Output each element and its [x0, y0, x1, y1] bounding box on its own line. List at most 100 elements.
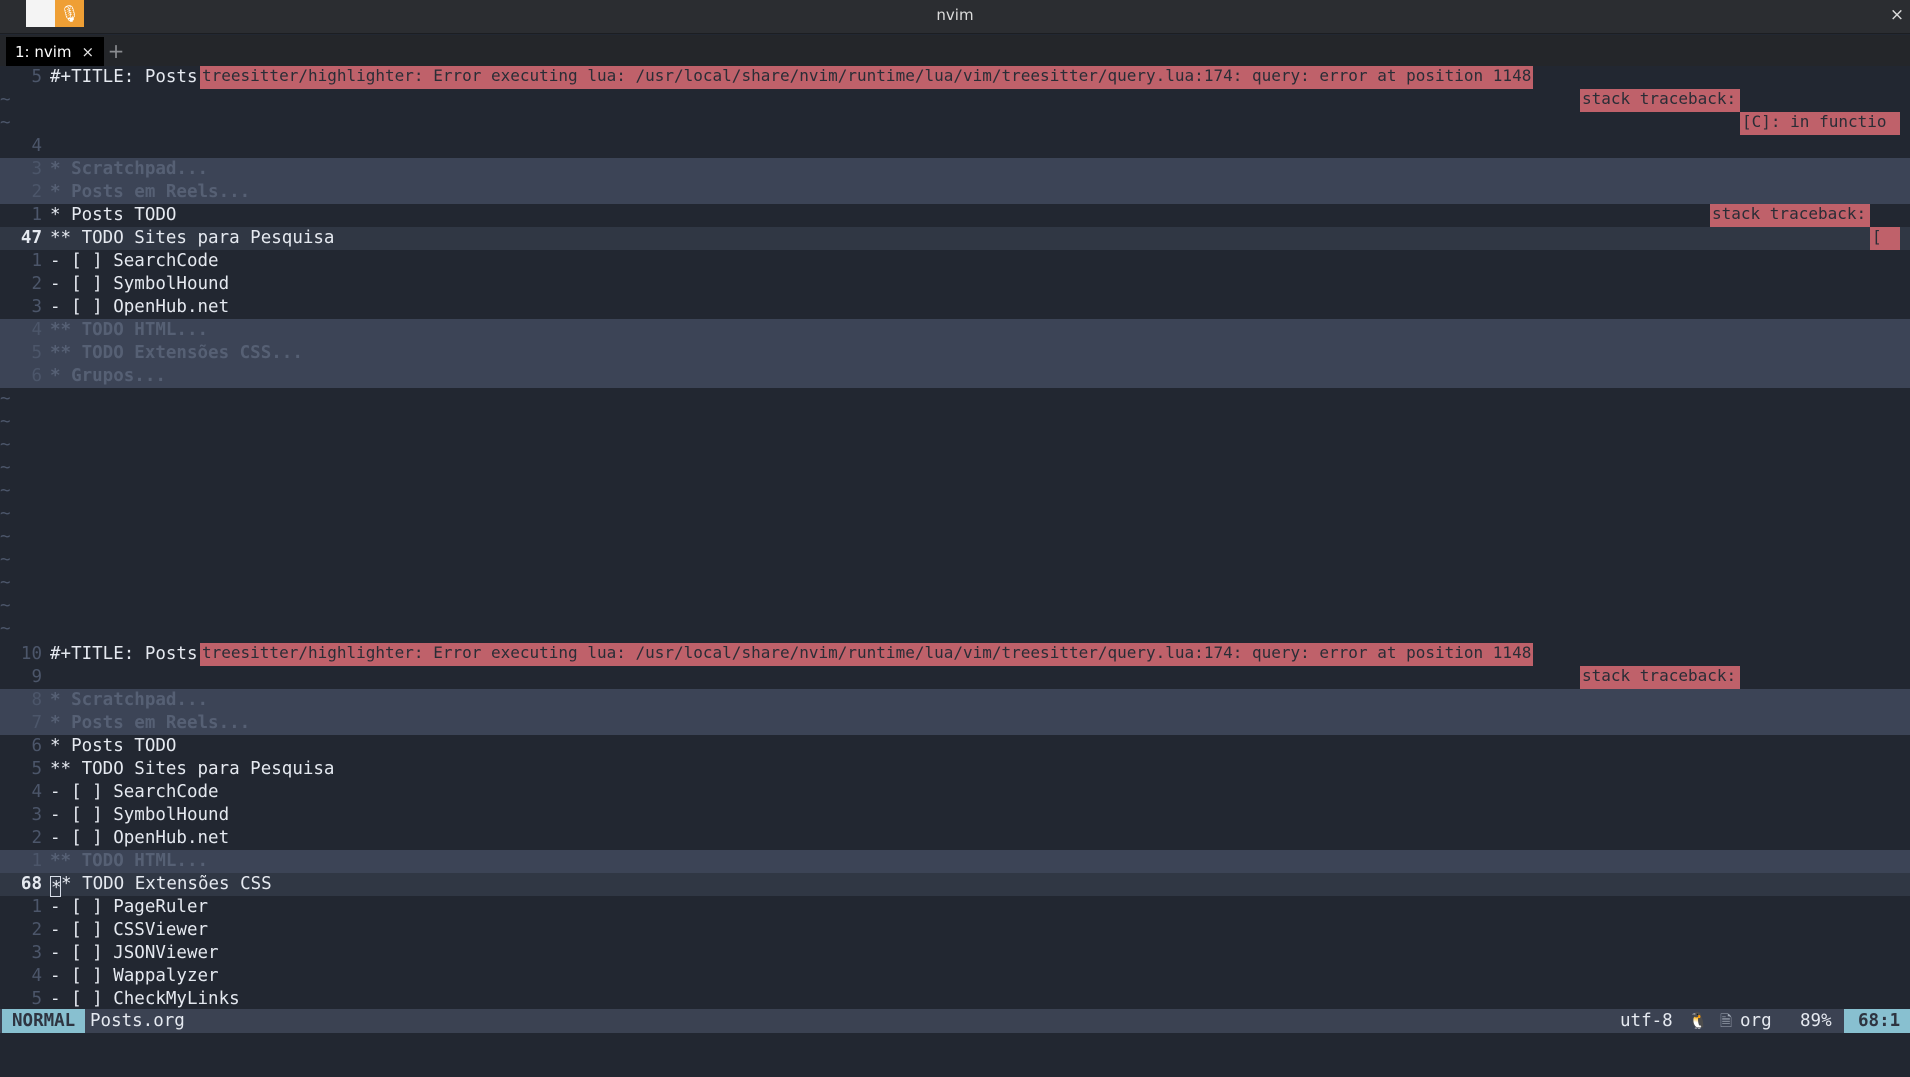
window-titlebar: 🎙 nvim × [0, 0, 1910, 34]
line-text: ** TODO Sites para Pesquisa [50, 228, 335, 248]
microphone-icon: 🎙 [55, 0, 84, 27]
line-number: 4 [31, 966, 42, 986]
empty-buffer-line[interactable]: ~ [0, 480, 1910, 503]
buffer-line[interactable]: 47 ** TODO Sites para Pesquisa [0, 227, 1910, 250]
line-text: - [ ] CSSViewer [50, 920, 209, 940]
cursor-position: 68:1 [1844, 1009, 1910, 1033]
buffer-line[interactable]: 3 - [ ] SymbolHound [0, 804, 1910, 827]
buffer-line[interactable]: 68 ** TODO Extensões CSS [0, 873, 1910, 898]
buffer-line[interactable]: 2 - [ ] SymbolHound [0, 273, 1910, 296]
folded-heading[interactable]: 5 ** TODO Extensões CSS... [0, 342, 1910, 365]
buffer-line[interactable]: 2 - [ ] CSSViewer [0, 919, 1910, 942]
line-text: * Grupos... [50, 366, 166, 386]
line-text: - [ ] OpenHub.net [50, 828, 230, 848]
line-text: #+TITLE: Posts [50, 644, 198, 664]
filetype: org [1740, 1011, 1772, 1031]
tab-nvim[interactable]: 1: nvim × [6, 37, 105, 66]
empty-buffer-line[interactable]: ~ [0, 434, 1910, 457]
empty-buffer-line[interactable]: ~ [0, 595, 1910, 618]
treesitter-error-message: treesitter/highlighter: Error executing … [200, 66, 1534, 89]
line-text: ** TODO Extensões CSS... [50, 343, 303, 363]
line-number: ~ [0, 412, 11, 432]
line-number: 2 [31, 828, 42, 848]
line-text: - [ ] SearchCode [50, 782, 219, 802]
line-number: 5 [31, 343, 42, 363]
empty-buffer-line[interactable]: ~ [0, 549, 1910, 572]
line-number: 3 [31, 805, 42, 825]
line-number: 1 [31, 851, 42, 871]
line-text: ** TODO Sites para Pesquisa [50, 759, 335, 779]
line-number: ~ [0, 527, 11, 547]
mode-indicator: NORMAL [2, 1009, 86, 1033]
buffer-line[interactable]: 1 - [ ] SearchCode [0, 250, 1910, 273]
scroll-percent: 89% [1800, 1011, 1832, 1031]
line-number: 9 [31, 667, 42, 687]
app-icon[interactable]: 🎙 [26, 0, 84, 27]
tab-close-icon[interactable]: × [82, 43, 95, 61]
buffer-line[interactable]: 5 - [ ] CheckMyLinks [0, 988, 1910, 1011]
tab-label: 1: nvim [15, 42, 72, 61]
file-encoding: utf-8 [1620, 1011, 1673, 1031]
buffer-line[interactable]: 2 - [ ] OpenHub.net [0, 827, 1910, 850]
line-number: ~ [0, 596, 11, 616]
buffer-line[interactable]: 3 - [ ] JSONViewer [0, 942, 1910, 965]
line-number: 3 [31, 943, 42, 963]
empty-buffer-line[interactable]: ~ [0, 457, 1910, 480]
folded-heading[interactable]: 6 * Grupos... [0, 365, 1910, 388]
folded-heading[interactable]: 1 ** TODO HTML... [0, 850, 1910, 873]
buffer-line[interactable]: 1 - [ ] PageRuler [0, 896, 1910, 919]
file-icon: 🗎 [1720, 1012, 1733, 1030]
buffer-line[interactable]: 4 [0, 135, 1910, 158]
empty-buffer-line[interactable]: ~ [0, 572, 1910, 595]
stack-traceback-message: [ [1870, 227, 1900, 250]
line-number: 2 [31, 182, 42, 202]
stack-traceback-message: stack traceback: [1710, 204, 1870, 227]
line-number: 1 [31, 251, 42, 271]
tab-bar: 1: nvim × + [0, 35, 1910, 66]
line-number: 6 [31, 736, 42, 756]
line-text: - [ ] SearchCode [50, 251, 219, 271]
line-number: 5 [31, 67, 42, 87]
line-number: 4 [31, 782, 42, 802]
line-text: * Scratchpad... [50, 690, 209, 710]
folded-heading[interactable]: 8 * Scratchpad... [0, 689, 1910, 712]
folded-heading[interactable]: 4 ** TODO HTML... [0, 319, 1910, 342]
line-number: 10 [20, 644, 42, 664]
folded-heading[interactable]: 7 * Posts em Reels... [0, 712, 1910, 735]
folded-heading[interactable]: 3 * Scratchpad... [0, 158, 1910, 181]
stack-traceback-message: stack traceback: [1580, 89, 1740, 112]
buffer-line[interactable]: 5 ** TODO Sites para Pesquisa [0, 758, 1910, 781]
buffer-line[interactable]: 4 - [ ] SearchCode [0, 781, 1910, 804]
line-number: ~ [0, 504, 11, 524]
buffer-line[interactable]: 1 * Posts TODO [0, 204, 1910, 227]
command-line[interactable] [0, 1033, 1910, 1077]
line-text: * Scratchpad... [50, 159, 209, 179]
line-text: - [ ] SymbolHound [50, 274, 230, 294]
folded-heading[interactable]: 2 * Posts em Reels... [0, 181, 1910, 204]
line-number: ~ [0, 113, 11, 133]
empty-buffer-line[interactable]: ~ [0, 618, 1910, 641]
empty-buffer-line[interactable]: ~ [0, 503, 1910, 526]
stack-traceback-message: [C]: in functio [1740, 112, 1900, 135]
new-tab-button[interactable]: + [106, 37, 126, 66]
line-text: * Posts em Reels... [50, 713, 251, 733]
empty-buffer-line[interactable]: ~ [0, 388, 1910, 411]
empty-buffer-line[interactable]: ~ [0, 526, 1910, 549]
line-number: 6 [31, 366, 42, 386]
line-number: 3 [31, 159, 42, 179]
line-number: 7 [31, 713, 42, 733]
buffer-line[interactable]: 3 - [ ] OpenHub.net [0, 296, 1910, 319]
window-close-button[interactable]: × [1884, 2, 1910, 28]
line-number: ~ [0, 435, 11, 455]
line-number: 4 [31, 320, 42, 340]
line-number: 8 [31, 690, 42, 710]
empty-buffer-line[interactable]: ~ [0, 112, 1910, 135]
line-number: 1 [31, 897, 42, 917]
buffer-line[interactable]: 6 * Posts TODO [0, 735, 1910, 758]
line-text: - [ ] PageRuler [50, 897, 209, 917]
empty-buffer-line[interactable]: ~ [0, 411, 1910, 434]
line-number: ~ [0, 389, 11, 409]
buffer-line[interactable]: 4 - [ ] Wappalyzer [0, 965, 1910, 988]
line-number: ~ [0, 481, 11, 501]
line-number: 4 [31, 136, 42, 156]
